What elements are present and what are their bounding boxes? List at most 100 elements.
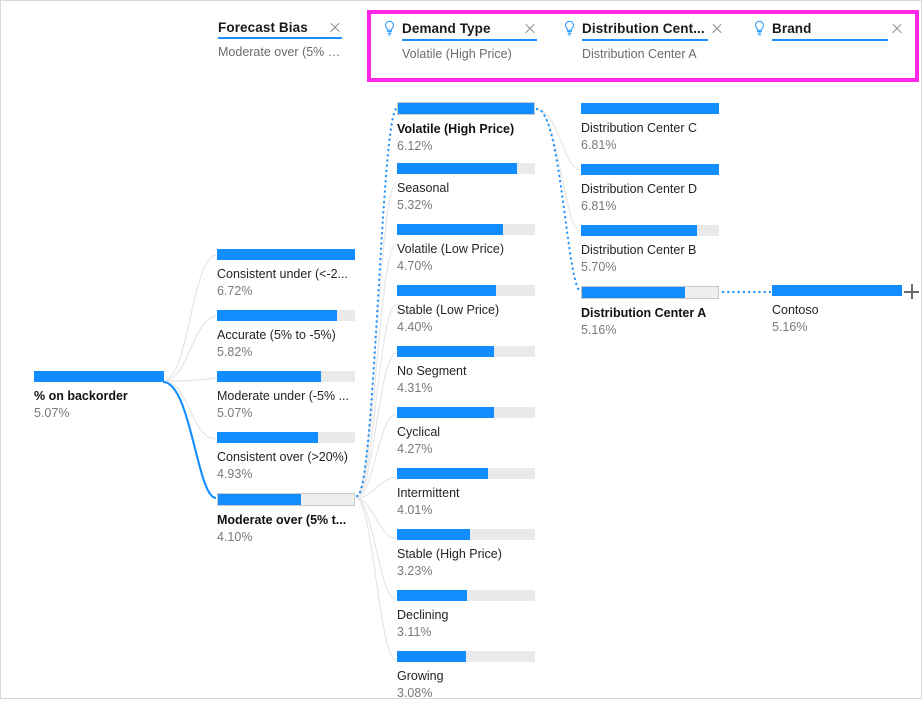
node-label: Declining [397, 608, 449, 622]
level-header-brand[interactable]: Brand [752, 20, 904, 47]
tree-node-forecast-bias-0[interactable]: Consistent under (<-2... 6.72% [217, 249, 355, 299]
node-value: 4.27% [397, 442, 433, 456]
node-label: Distribution Center C [581, 121, 698, 135]
node-label: Volatile (Low Price) [397, 242, 504, 256]
node-label: Contoso [772, 303, 819, 317]
node-value: 5.82% [217, 345, 253, 359]
node-bar-fill [397, 224, 504, 235]
node-bar [397, 285, 535, 296]
tree-node-demand-type-4[interactable]: No Segment 4.31% [397, 346, 535, 396]
node-bar-fill [217, 432, 318, 443]
level-selected-value: Volatile (High Price) [402, 47, 512, 61]
node-bar [217, 371, 355, 382]
node-value: 4.01% [397, 503, 433, 517]
node-value: 3.23% [397, 564, 433, 578]
node-value: 4.10% [217, 530, 253, 544]
tree-node-demand-type-8[interactable]: Declining 3.11% [397, 590, 535, 640]
node-value: 5.16% [581, 323, 617, 337]
node-bar [397, 468, 535, 479]
tree-node-demand-type-1[interactable]: Seasonal 5.32% [397, 163, 535, 213]
node-value: 6.81% [581, 138, 617, 152]
node-bar-fill [217, 249, 355, 260]
level-selected-value: Distribution Center A [582, 47, 697, 61]
node-bar-fill [217, 310, 338, 321]
node-label: Distribution Center B [581, 243, 697, 257]
node-value: 5.16% [772, 320, 808, 334]
close-icon[interactable] [710, 22, 724, 36]
node-bar-fill [397, 529, 471, 540]
node-bar-fill [397, 163, 518, 174]
level-header-demand-type[interactable]: Demand Type Volatile (High Price) [382, 20, 537, 61]
tree-node-distribution-center-0[interactable]: Distribution Center C 6.81% [581, 103, 719, 153]
level-header-forecast-bias[interactable]: Forecast Bias Moderate over (5% to ... [218, 20, 342, 59]
node-value: 4.31% [397, 381, 433, 395]
tree-node-demand-type-9[interactable]: Growing 3.08% [397, 651, 535, 701]
level-title: Demand Type [402, 21, 491, 36]
node-bar-fill [397, 285, 497, 296]
tree-node-distribution-center-1[interactable]: Distribution Center D 6.81% [581, 164, 719, 214]
lightbulb-icon [384, 20, 395, 36]
node-label: Growing [397, 669, 444, 683]
node-label: Cyclical [397, 425, 441, 439]
node-value: 5.07% [34, 406, 70, 420]
tree-node-demand-type-2[interactable]: Volatile (Low Price) 4.70% [397, 224, 535, 274]
node-label: Distribution Center D [581, 182, 698, 196]
node-bar-fill [398, 103, 534, 114]
node-label: Distribution Center A [581, 306, 707, 320]
decomposition-tree-canvas: Forecast Bias Moderate over (5% to ... D… [1, 1, 921, 701]
level-title: Brand [772, 21, 812, 36]
node-bar [217, 493, 355, 506]
node-bar-fill [218, 494, 301, 505]
node-bar [397, 590, 535, 601]
level-title: Distribution Cent... [582, 21, 705, 36]
node-label: Volatile (High Price) [397, 122, 515, 136]
close-icon[interactable] [523, 22, 537, 36]
level-header-distribution-center[interactable]: Distribution Cent... Distribution Center… [562, 20, 724, 61]
tree-node-forecast-bias-3[interactable]: Consistent over (>20%) 4.93% [217, 432, 355, 482]
lightbulb-icon [564, 20, 575, 36]
node-label: % on backorder [34, 389, 128, 403]
node-value: 6.12% [397, 139, 433, 153]
level-underline [772, 39, 888, 41]
node-bar-fill [581, 225, 697, 236]
tree-node-demand-type-6[interactable]: Intermittent 4.01% [397, 468, 535, 518]
tree-node-demand-type-5[interactable]: Cyclical 4.27% [397, 407, 535, 457]
node-label: Consistent over (>20%) [217, 450, 348, 464]
close-icon[interactable] [328, 21, 342, 35]
node-value: 5.07% [217, 406, 253, 420]
close-icon[interactable] [890, 22, 904, 36]
tree-node-root[interactable]: % on backorder 5.07% [34, 371, 164, 421]
node-label: Moderate under (-5% ... [217, 389, 350, 403]
add-level-button[interactable] [904, 284, 919, 299]
node-bar-fill [397, 346, 494, 357]
node-label: Intermittent [397, 486, 460, 500]
node-bar-fill [581, 103, 719, 114]
tree-node-forecast-bias-2[interactable]: Moderate under (-5% ... 5.07% [217, 371, 355, 421]
tree-node-distribution-center-2[interactable]: Distribution Center B 5.70% [581, 225, 719, 275]
node-value: 5.32% [397, 198, 433, 212]
node-bar [397, 346, 535, 357]
tree-node-forecast-bias-4[interactable]: Moderate over (5% t... 4.10% [217, 493, 355, 545]
level-underline [402, 39, 537, 41]
tree-node-brand-0[interactable]: Contoso 5.16% [772, 285, 902, 335]
node-bar-fill [582, 287, 686, 298]
node-value: 5.70% [581, 260, 617, 274]
node-bar [217, 249, 355, 260]
tree-node-forecast-bias-1[interactable]: Accurate (5% to -5%) 5.82% [217, 310, 355, 360]
node-bar [34, 371, 164, 382]
lightbulb-icon [754, 20, 765, 36]
tree-node-demand-type-7[interactable]: Stable (High Price) 3.23% [397, 529, 535, 579]
tree-node-demand-type-3[interactable]: Stable (Low Price) 4.40% [397, 285, 535, 335]
tree-node-demand-type-0[interactable]: Volatile (High Price) 6.12% [397, 102, 535, 154]
node-label: Consistent under (<-2... [217, 267, 348, 281]
node-label: Stable (High Price) [397, 547, 502, 561]
node-value: 3.11% [397, 625, 432, 639]
node-bar [772, 285, 902, 296]
node-bar-fill [397, 590, 468, 601]
tree-node-distribution-center-3[interactable]: Distribution Center A 5.16% [581, 286, 719, 338]
node-value: 4.93% [217, 467, 253, 481]
node-value: 4.70% [397, 259, 433, 273]
node-bar-fill [581, 164, 719, 175]
node-bar [397, 163, 535, 174]
node-bar-fill [397, 651, 466, 662]
